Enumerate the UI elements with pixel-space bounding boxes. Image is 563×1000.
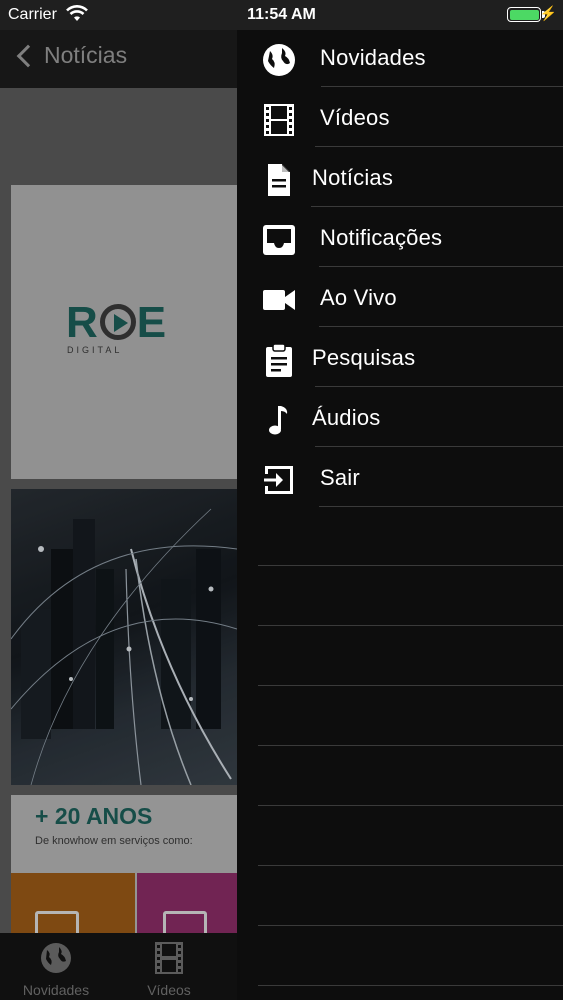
menu-divider bbox=[258, 565, 563, 566]
services-title: + 20 ANOS bbox=[35, 803, 153, 829]
back-button[interactable]: Notícias bbox=[14, 42, 127, 69]
battery-icon bbox=[507, 7, 541, 22]
side-menu: Novidades Vídeos Notícias Notificações A… bbox=[237, 30, 563, 1000]
person-frame-icon bbox=[35, 911, 79, 933]
menu-item-sair[interactable]: Sair bbox=[237, 450, 563, 510]
menu-item-audios[interactable]: Áudios bbox=[237, 390, 563, 450]
menu-divider bbox=[258, 805, 563, 806]
clipboard-icon bbox=[266, 343, 292, 377]
document-icon bbox=[268, 164, 290, 196]
menu-divider bbox=[315, 446, 563, 447]
menu-item-notificacoes-label: Notificações bbox=[320, 225, 443, 250]
chevron-left-icon bbox=[16, 44, 40, 67]
tab-videos[interactable]: Vídeos bbox=[119, 941, 219, 998]
charging-bolt-icon: ⚡ bbox=[539, 5, 557, 21]
tab-novidades-label: Novidades bbox=[22, 982, 90, 998]
news-card-city-image[interactable] bbox=[11, 489, 237, 785]
clock: 11:54 AM bbox=[247, 6, 316, 23]
status-bar: Carrier 11:54 AM ⚡ bbox=[0, 0, 563, 30]
menu-item-ao-vivo-label: Ao Vivo bbox=[320, 285, 397, 310]
camera-frame-icon bbox=[163, 911, 207, 933]
menu-divider bbox=[319, 506, 563, 507]
menu-divider bbox=[311, 206, 563, 207]
menu-divider bbox=[258, 745, 563, 746]
service-tile-pink bbox=[137, 873, 237, 933]
brand-logo: RE bbox=[66, 298, 168, 347]
menu-item-videos[interactable]: Vídeos bbox=[237, 90, 563, 150]
menu-item-noticias[interactable]: Notícias bbox=[237, 150, 563, 210]
menu-divider bbox=[258, 925, 563, 926]
tab-novidades[interactable]: Novidades bbox=[6, 941, 106, 998]
news-card-services[interactable]: + 20 ANOS De knowhow em serviços como: bbox=[11, 795, 237, 933]
menu-item-sair-label: Sair bbox=[320, 465, 360, 490]
menu-item-notificacoes[interactable]: Notificações bbox=[237, 210, 563, 270]
music-note-icon bbox=[269, 406, 288, 435]
menu-item-novidades[interactable]: Novidades bbox=[237, 30, 563, 90]
menu-divider bbox=[258, 685, 563, 686]
inbox-icon bbox=[263, 225, 295, 255]
news-card-logo[interactable]: RE DIGITAL bbox=[11, 185, 237, 479]
back-button-label: Notícias bbox=[44, 42, 128, 68]
menu-item-audios-label: Áudios bbox=[312, 405, 381, 430]
globe-icon bbox=[263, 44, 295, 76]
menu-divider bbox=[258, 985, 563, 986]
menu-item-ao-vivo[interactable]: Ao Vivo bbox=[237, 270, 563, 330]
menu-divider bbox=[321, 86, 563, 87]
city-network-image bbox=[11, 508, 237, 785]
menu-item-novidades-label: Novidades bbox=[320, 45, 426, 70]
service-tile-orange bbox=[11, 873, 135, 933]
menu-item-videos-label: Vídeos bbox=[320, 105, 390, 130]
menu-divider bbox=[258, 625, 563, 626]
brand-logo-subtitle: DIGITAL bbox=[67, 345, 123, 355]
menu-divider bbox=[319, 266, 563, 267]
menu-divider bbox=[315, 146, 563, 147]
menu-item-noticias-label: Notícias bbox=[312, 165, 394, 190]
menu-item-pesquisas[interactable]: Pesquisas bbox=[237, 330, 563, 390]
menu-divider bbox=[258, 865, 563, 866]
services-subtitle: De knowhow em serviços como: bbox=[35, 835, 193, 847]
film-icon bbox=[155, 942, 183, 974]
tab-videos-label: Vídeos bbox=[147, 982, 191, 998]
menu-divider bbox=[319, 326, 563, 327]
menu-item-pesquisas-label: Pesquisas bbox=[312, 345, 416, 370]
video-camera-icon bbox=[263, 290, 295, 310]
globe-icon bbox=[41, 943, 71, 973]
menu-divider bbox=[315, 386, 563, 387]
film-icon bbox=[264, 104, 294, 136]
sign-out-icon bbox=[264, 466, 293, 494]
